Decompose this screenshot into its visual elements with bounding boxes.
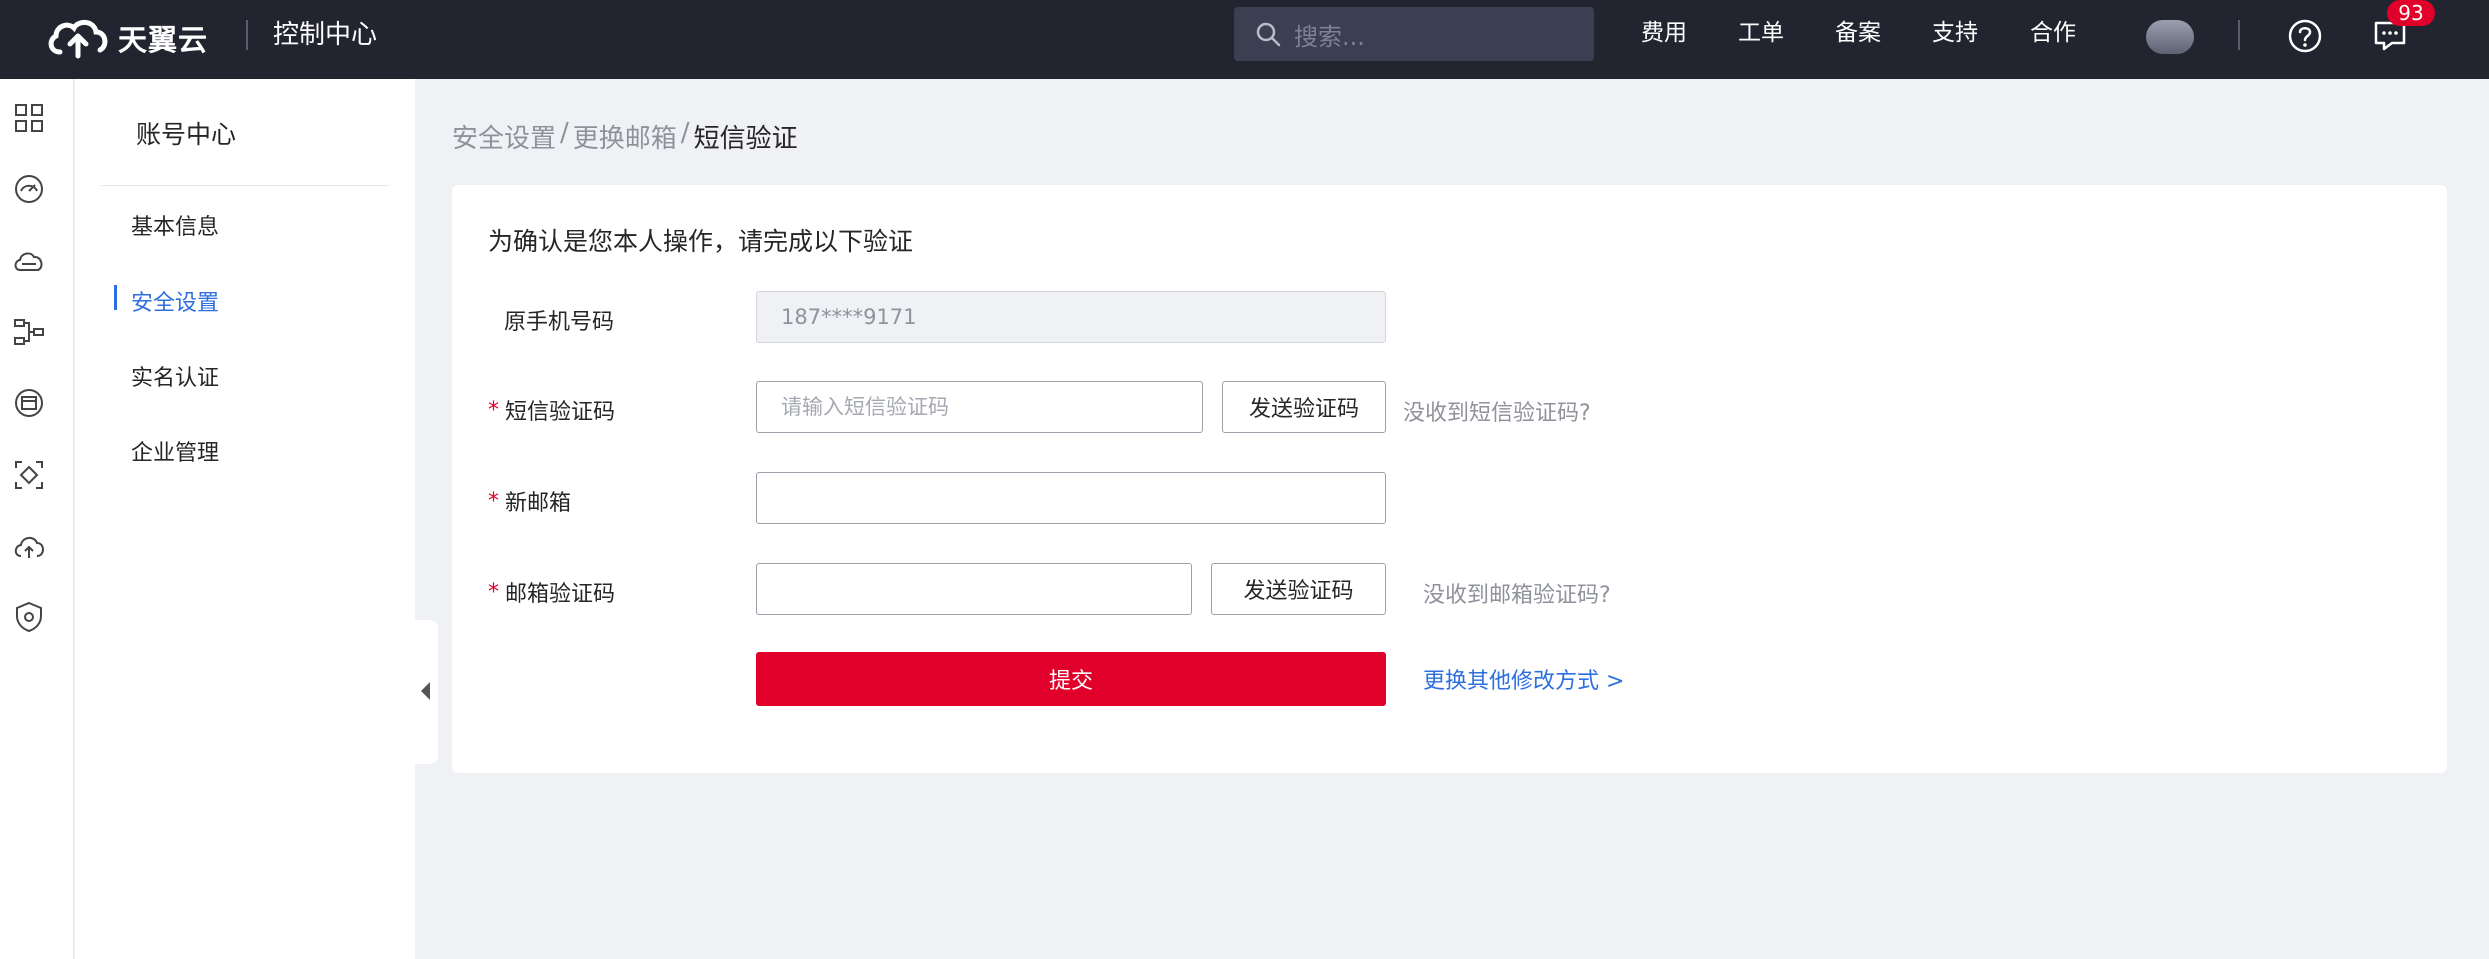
dashboard-icon[interactable]: [12, 172, 46, 206]
sms-not-received-link[interactable]: 没收到短信验证码?: [1403, 395, 1591, 427]
search-placeholder: 搜索...: [1294, 22, 1365, 51]
breadcrumb: 安全设置 / 更换邮箱 / 短信验证: [452, 118, 798, 155]
message-count-badge: 93: [2387, 0, 2435, 26]
divider: [246, 20, 248, 50]
new-email-label: * 新邮箱: [488, 485, 571, 517]
email-not-received-link[interactable]: 没收到邮箱验证码?: [1423, 577, 1611, 609]
phone-label: 原手机号码: [504, 304, 614, 336]
brand-name: 天翼云: [118, 23, 209, 57]
nav-fees[interactable]: 费用: [1641, 16, 1687, 50]
cloud-logo-icon: [48, 20, 108, 59]
breadcrumb-separator: /: [680, 118, 690, 148]
email-code-label-text: 邮箱验证码: [505, 582, 616, 607]
nav-filing[interactable]: 备案: [1835, 16, 1881, 50]
account-sidebar: 账号中心 基本信息 安全设置 实名认证 企业管理: [75, 79, 415, 959]
new-email-label-text: 新邮箱: [505, 491, 572, 516]
product-rail: [0, 79, 74, 959]
send-sms-code-button[interactable]: 发送验证码: [1222, 381, 1386, 433]
sms-code-input[interactable]: [756, 381, 1203, 433]
console-title[interactable]: 控制中心: [273, 16, 377, 54]
sidebar-item-basic-info[interactable]: 基本信息: [131, 209, 219, 241]
help-icon[interactable]: [2287, 18, 2323, 54]
active-indicator: [114, 285, 117, 310]
collapse-sidebar-button[interactable]: [414, 620, 438, 764]
sidebar-item-security[interactable]: 安全设置: [131, 285, 219, 317]
shield-icon[interactable]: [12, 600, 46, 634]
required-mark: *: [488, 397, 499, 423]
grid-icon[interactable]: [12, 101, 46, 135]
required-mark: *: [488, 488, 499, 514]
breadcrumb-current: 短信验证: [693, 124, 798, 154]
new-email-input[interactable]: [756, 472, 1386, 524]
email-code-input[interactable]: [756, 563, 1192, 615]
nav-tickets[interactable]: 工单: [1738, 16, 1784, 50]
divider: [2238, 20, 2240, 50]
email-code-label: * 邮箱验证码: [488, 576, 615, 608]
nav-support[interactable]: 支持: [1932, 16, 1978, 50]
nav-partners[interactable]: 合作: [2030, 16, 2076, 50]
breadcrumb-change-email[interactable]: 更换邮箱: [573, 118, 677, 155]
breadcrumb-separator: /: [560, 118, 569, 148]
network-icon[interactable]: [12, 315, 46, 349]
sidebar-title: 账号中心: [136, 120, 237, 149]
top-bar: 天翼云 控制中心 搜索... 费用 工单 备案 支持 合作 93: [0, 0, 2489, 79]
logo[interactable]: 天翼云: [44, 10, 208, 66]
sms-code-label-text: 短信验证码: [505, 400, 616, 425]
change-method-link[interactable]: 更换其他修改方式 >: [1423, 663, 1624, 695]
submit-button[interactable]: 提交: [756, 652, 1386, 706]
sidebar-item-real-name[interactable]: 实名认证: [131, 360, 219, 392]
breadcrumb-security[interactable]: 安全设置: [452, 118, 556, 155]
divider: [101, 185, 389, 186]
cloud-upload-icon[interactable]: [12, 529, 46, 563]
send-email-code-button[interactable]: 发送验证码: [1211, 563, 1386, 615]
required-mark: *: [488, 579, 499, 605]
sidebar-item-enterprise[interactable]: 企业管理: [131, 435, 219, 467]
verification-card: 为确认是您本人操作，请完成以下验证 原手机号码 * 短信验证码 发送验证码 没收…: [452, 185, 2447, 773]
sms-code-label: * 短信验证码: [488, 394, 615, 426]
phone-label-text: 原手机号码: [504, 310, 615, 335]
form-title: 为确认是您本人操作，请完成以下验证: [488, 227, 914, 256]
search-box[interactable]: 搜索...: [1234, 7, 1594, 61]
cloud-host-icon[interactable]: [12, 244, 46, 278]
storage-icon[interactable]: [12, 386, 46, 420]
scan-icon[interactable]: [12, 458, 46, 492]
caret-left-icon: [421, 682, 430, 700]
phone-field: [756, 291, 1386, 343]
avatar[interactable]: [2146, 20, 2194, 54]
search-icon: [1256, 22, 1281, 47]
